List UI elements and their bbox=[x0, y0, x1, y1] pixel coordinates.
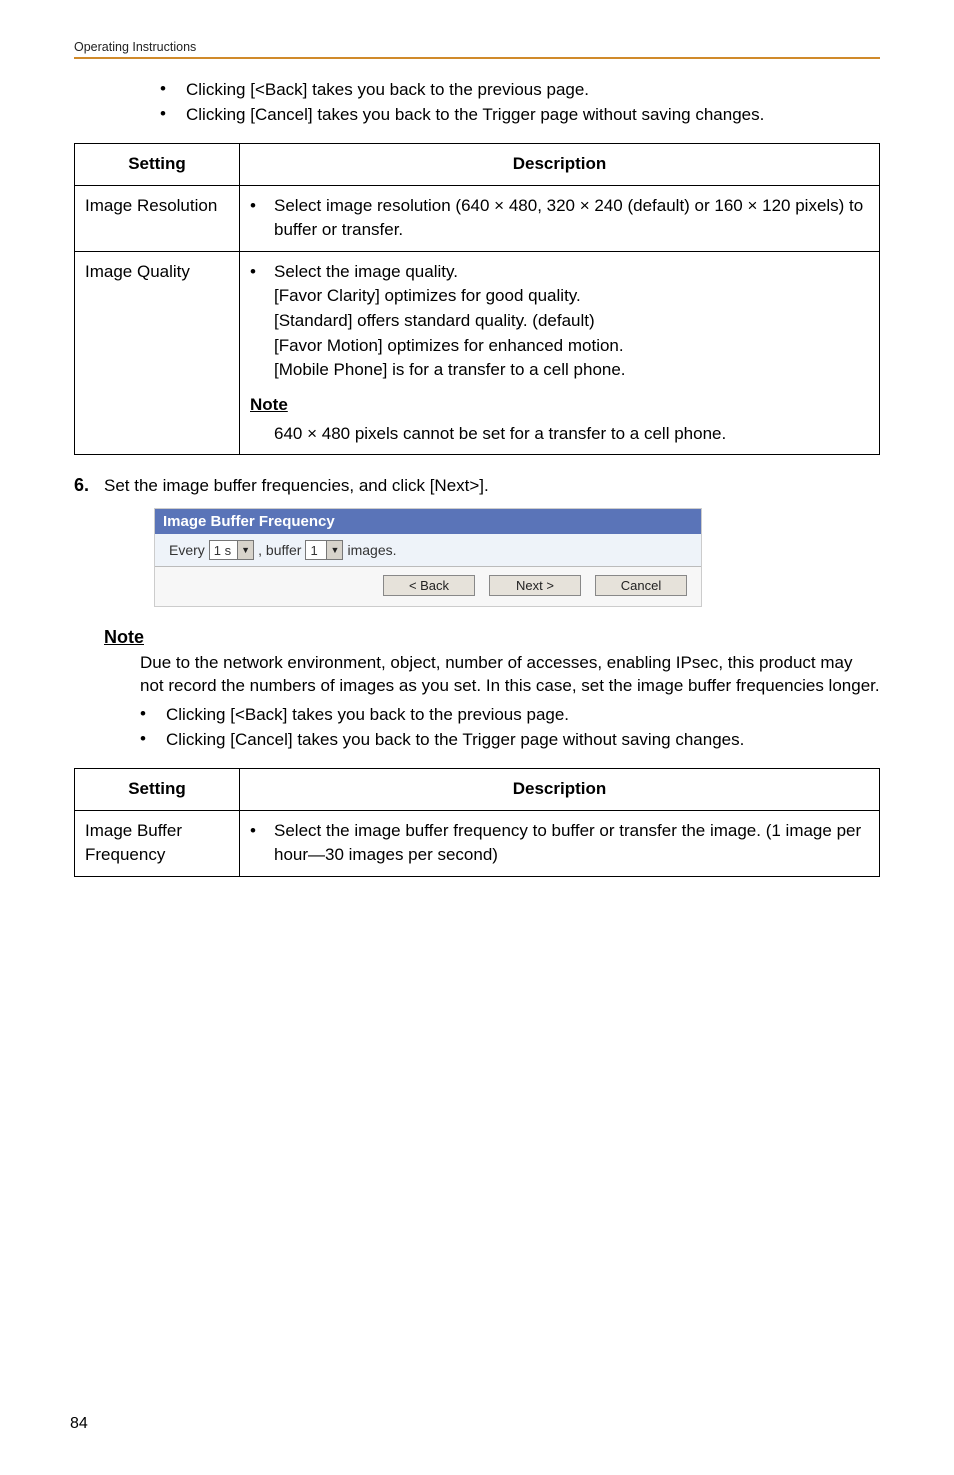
bullet-dot: • bbox=[160, 79, 186, 99]
chevron-down-icon: ▼ bbox=[326, 541, 342, 559]
back-button[interactable]: < Back bbox=[383, 575, 475, 596]
cell-description: • Select the image buffer frequency to b… bbox=[240, 810, 880, 876]
list-item: • Clicking [Cancel] takes you back to th… bbox=[160, 104, 880, 127]
ibf-count-value: 1 bbox=[306, 543, 326, 558]
step-6: 6. Set the image buffer frequencies, and… bbox=[74, 475, 880, 496]
ibf-mid: , buffer bbox=[258, 542, 301, 558]
cancel-button[interactable]: Cancel bbox=[595, 575, 687, 596]
ibf-prefix: Every bbox=[169, 542, 205, 558]
bullet-text: Select the image quality. [Favor Clarity… bbox=[274, 260, 869, 383]
bullet-text: Select image resolution (640 × 480, 320 … bbox=[274, 194, 869, 243]
bullet-dot: • bbox=[250, 819, 274, 844]
note-section: Note Due to the network environment, obj… bbox=[104, 627, 880, 752]
image-buffer-frequency-widget: Image Buffer Frequency Every 1 s ▼ , buf… bbox=[154, 508, 702, 607]
note-body: Due to the network environment, object, … bbox=[140, 652, 880, 698]
table-row: Image Resolution • Select image resoluti… bbox=[75, 185, 880, 251]
bullet-dot: • bbox=[250, 260, 274, 285]
cell-description: • Select image resolution (640 × 480, 32… bbox=[240, 185, 880, 251]
bullet-text: Select the image buffer frequency to buf… bbox=[274, 819, 869, 868]
bullet-dot: • bbox=[140, 729, 166, 749]
cell-setting: Image Resolution bbox=[75, 185, 240, 251]
bullet-dot: • bbox=[250, 194, 274, 219]
settings-table-1: Setting Description Image Resolution • S… bbox=[74, 143, 880, 455]
ibf-suffix: images. bbox=[347, 542, 396, 558]
settings-table-2: Setting Description Image Buffer Frequen… bbox=[74, 768, 880, 877]
ibf-interval-select[interactable]: 1 s ▼ bbox=[209, 540, 254, 560]
ibf-count-select[interactable]: 1 ▼ bbox=[305, 540, 343, 560]
cell-setting: Image Buffer Frequency bbox=[75, 810, 240, 876]
step-number: 6. bbox=[74, 475, 104, 496]
table-header-row: Setting Description bbox=[75, 143, 880, 185]
cell-setting: Image Quality bbox=[75, 251, 240, 454]
th-setting: Setting bbox=[75, 143, 240, 185]
bullet-text: Clicking [<Back] takes you back to the p… bbox=[186, 79, 880, 102]
cell-description: • Select the image quality. [Favor Clari… bbox=[240, 251, 880, 454]
next-button[interactable]: Next > bbox=[489, 575, 581, 596]
list-item: • Clicking [<Back] takes you back to the… bbox=[140, 704, 880, 727]
note-heading: Note bbox=[250, 393, 869, 418]
table-header-row: Setting Description bbox=[75, 769, 880, 811]
note-body: 640 × 480 pixels cannot be set for a tra… bbox=[274, 422, 869, 447]
bullet-dot: • bbox=[160, 104, 186, 124]
list-item: • Select the image buffer frequency to b… bbox=[250, 819, 869, 868]
ibf-body: Every 1 s ▼ , buffer 1 ▼ images. bbox=[155, 534, 701, 566]
ibf-interval-value: 1 s bbox=[210, 543, 237, 558]
th-description: Description bbox=[240, 769, 880, 811]
list-item: • Select the image quality. [Favor Clari… bbox=[250, 260, 869, 383]
header-rule bbox=[74, 57, 880, 59]
th-setting: Setting bbox=[75, 769, 240, 811]
list-item: • Select image resolution (640 × 480, 32… bbox=[250, 194, 869, 243]
th-description: Description bbox=[240, 143, 880, 185]
bullet-text: Clicking [Cancel] takes you back to the … bbox=[186, 104, 880, 127]
top-bullet-list: • Clicking [<Back] takes you back to the… bbox=[160, 79, 880, 127]
bullet-text: Clicking [<Back] takes you back to the p… bbox=[166, 704, 880, 727]
bullet-text: Clicking [Cancel] takes you back to the … bbox=[166, 729, 880, 752]
chevron-down-icon: ▼ bbox=[237, 541, 253, 559]
list-item: • Clicking [Cancel] takes you back to th… bbox=[140, 729, 880, 752]
ibf-title: Image Buffer Frequency bbox=[155, 509, 701, 534]
bullet-dot: • bbox=[140, 704, 166, 724]
table-row: Image Buffer Frequency • Select the imag… bbox=[75, 810, 880, 876]
ibf-button-row: < Back Next > Cancel bbox=[155, 567, 701, 606]
note-heading: Note bbox=[104, 627, 880, 648]
running-header: Operating Instructions bbox=[74, 40, 880, 54]
list-item: • Clicking [<Back] takes you back to the… bbox=[160, 79, 880, 102]
table-row: Image Quality • Select the image quality… bbox=[75, 251, 880, 454]
step-text: Set the image buffer frequencies, and cl… bbox=[104, 475, 489, 496]
page-number: 84 bbox=[70, 1415, 88, 1433]
